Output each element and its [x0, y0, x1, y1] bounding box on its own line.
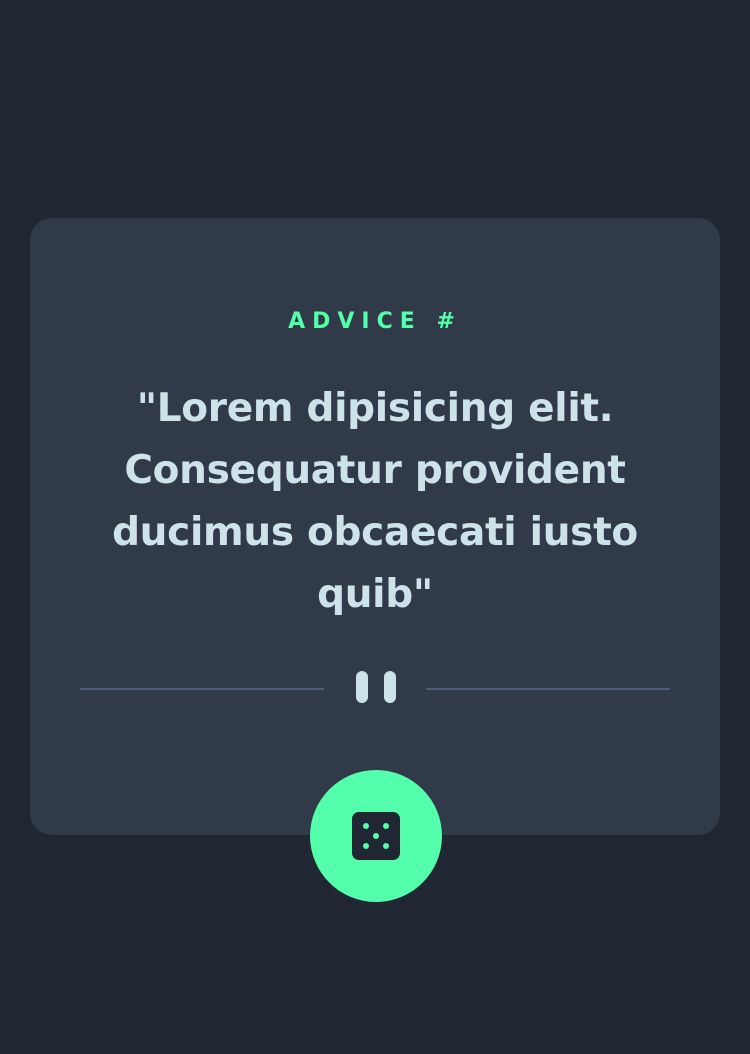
pause-bar-right	[384, 671, 396, 703]
generate-advice-button[interactable]	[310, 770, 442, 902]
pause-bar-left	[356, 671, 368, 703]
pattern-divider	[80, 671, 670, 703]
advice-id-label: ADVICE #	[288, 309, 462, 334]
advice-quote: "Lorem dipisicing elit. Consequatur prov…	[112, 386, 638, 617]
divider-line-left	[80, 688, 324, 690]
pause-divider-icon	[356, 671, 396, 703]
dice-icon	[352, 812, 400, 860]
advice-card: ADVICE # "Lorem dipisicing elit. Consequ…	[30, 218, 720, 835]
divider-line-right	[426, 688, 670, 690]
